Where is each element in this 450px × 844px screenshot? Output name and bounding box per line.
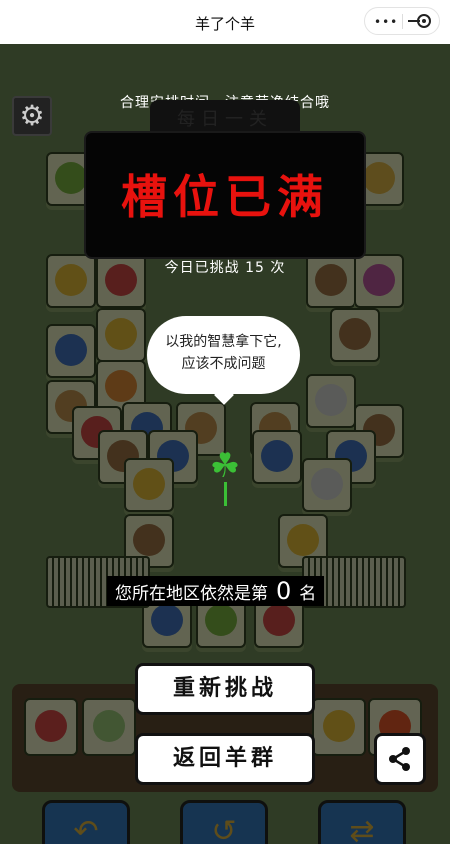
- capsule-divider: [402, 14, 403, 29]
- retry-button[interactable]: 重新挑战: [135, 663, 315, 715]
- region-suffix: 名: [299, 584, 317, 604]
- four-leaf-clover-icon: ☘: [209, 446, 241, 486]
- share-icon: [389, 747, 410, 771]
- share-button[interactable]: [374, 733, 426, 785]
- bubble-line-1: 以我的智慧拿下它,: [165, 334, 282, 350]
- back-to-flock-button[interactable]: 返回羊群: [135, 733, 315, 785]
- slots-full-headline: 槽位已满: [121, 170, 329, 224]
- speech-bubble: 以我的智慧拿下它, 应该不成问题: [147, 316, 300, 405]
- gear-icon: ⚙: [19, 99, 45, 132]
- attempt-count: 今日已挑战 15 次: [164, 260, 286, 276]
- close-target-icon[interactable]: [417, 14, 431, 28]
- settings-button[interactable]: ⚙: [12, 96, 52, 136]
- region-rank-number: 0: [276, 577, 292, 605]
- bubble-line-2: 应该不成问题: [181, 356, 266, 372]
- more-icon[interactable]: •••: [374, 16, 398, 28]
- mini-program-topbar: 羊了个羊 •••: [0, 0, 450, 44]
- clover-stem: [224, 482, 227, 506]
- mini-program-capsule: •••: [364, 7, 440, 35]
- region-rank-banner: 您所在地区依然是第 0 名: [107, 576, 325, 606]
- region-prefix: 您所在地区依然是第: [115, 584, 268, 604]
- result-panel: 槽位已满: [84, 131, 366, 259]
